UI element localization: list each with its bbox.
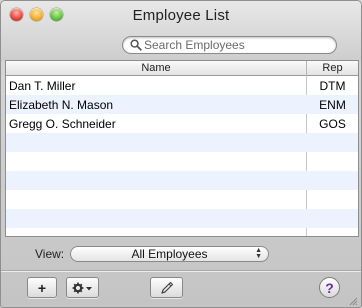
empty-row [6, 171, 358, 190]
column-header-name[interactable]: Name [6, 62, 306, 74]
pencil-icon [160, 281, 173, 294]
gear-icon [72, 282, 92, 293]
help-icon: ? [325, 279, 334, 296]
table-row[interactable]: Gregg O. Schneider GOS [6, 114, 358, 133]
help-button[interactable]: ? [319, 277, 340, 298]
updown-arrows-icon: ▲ ▼ [255, 247, 262, 260]
search-field[interactable]: Search Employees [122, 36, 337, 54]
empty-row [6, 190, 358, 209]
cell-name: Dan T. Miller [9, 79, 76, 93]
view-popup-button[interactable]: All Employees ▲ ▼ [70, 246, 269, 262]
search-icon [130, 39, 142, 51]
title-bar: Employee List Search Employees [1, 1, 361, 61]
empty-row [6, 152, 358, 171]
table-header: Name Rep [6, 61, 358, 76]
column-header-rep[interactable]: Rep [307, 62, 358, 74]
add-employee-button[interactable]: + [27, 277, 57, 298]
resize-grip-icon[interactable] [349, 297, 358, 306]
bottom-bar: View: All Employees ▲ ▼ + ? [1, 237, 361, 307]
separator-highlight [1, 271, 361, 272]
window-title: Employee List [132, 7, 230, 24]
cell-rep: DTM [319, 79, 346, 93]
empty-row [6, 228, 358, 236]
view-label: View: [35, 247, 65, 261]
table-row[interactable]: Elizabeth N. Mason ENM [6, 95, 358, 114]
edit-employee-button[interactable] [150, 277, 183, 298]
search-placeholder: Search Employees [144, 38, 245, 52]
table-rows: Dan T. Miller DTM Elizabeth N. Mason ENM… [6, 76, 358, 236]
empty-row [6, 209, 358, 228]
employee-table[interactable]: Name Rep Dan T. Miller DTM Elizabeth N. … [5, 60, 359, 237]
cell-name: Elizabeth N. Mason [9, 98, 114, 112]
employee-list-window: Employee List Search Employees Name Rep … [0, 0, 362, 308]
view-selected-value: All Employees [131, 247, 208, 261]
plus-icon: + [37, 279, 47, 296]
empty-row [6, 133, 358, 152]
cell-name: Gregg O. Schneider [9, 117, 116, 131]
action-menu-button[interactable] [66, 277, 99, 298]
cell-rep: ENM [319, 98, 346, 112]
table-row[interactable]: Dan T. Miller DTM [6, 76, 358, 95]
cell-rep: GOS [319, 117, 346, 131]
